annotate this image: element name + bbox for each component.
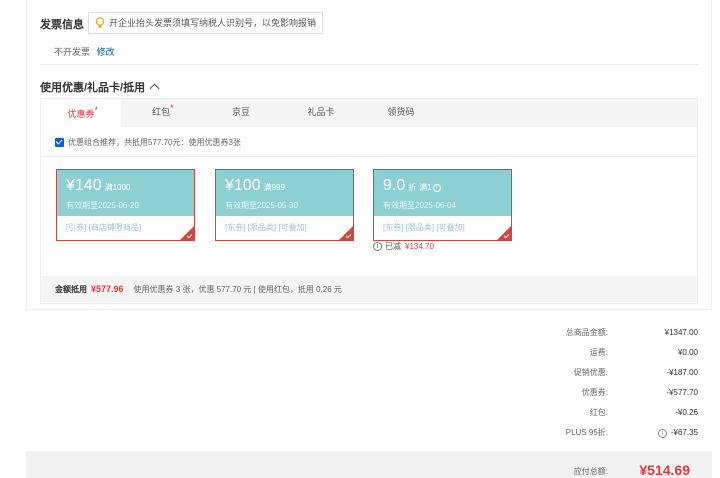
- discount-summary: 金额抵用 ¥577.96 使用优惠券 3 张，优惠 577.70 元 | 使用红包，…: [41, 276, 697, 302]
- coupon-card[interactable]: ¥140 满1000 有效期至2025-06-20 [引券] [商店铺限商品]: [56, 169, 195, 241]
- total-value: -¥577.70: [666, 388, 698, 397]
- coupon-condition-text: 满1: [419, 183, 432, 192]
- total-label: 总商品金额:: [565, 328, 608, 337]
- coupon-reduced-note: i 已减 ¥134.70: [373, 241, 434, 252]
- summary-detail: 使用优惠券 3 张，优惠 577.70 元 | 使用红包，抵用 0.26 元: [133, 285, 342, 294]
- info-icon[interactable]: i: [373, 242, 382, 251]
- total-value: ¥1347.00: [664, 328, 698, 337]
- coupon-amount: 9.0: [383, 177, 406, 194]
- tab-coupon-star: *: [94, 105, 99, 115]
- coupon-amount: ¥100: [225, 177, 261, 194]
- selected-corner: [497, 226, 511, 240]
- reduced-label: 已减: [385, 242, 401, 251]
- total-row: 优惠券: -¥577.70: [498, 386, 698, 400]
- chevron-up-icon: [149, 83, 160, 94]
- total-row: 红包: -¥0.26: [498, 406, 698, 420]
- coupon-amount: ¥140: [66, 177, 102, 194]
- total-label: 优惠券:: [581, 388, 608, 397]
- invoice-status-text: 不开发票: [54, 47, 91, 57]
- coupon-unit: 折: [408, 183, 417, 192]
- total-row: 总商品金额: ¥1347.00: [498, 326, 698, 340]
- discount-section-title: 使用优惠/礼品卡/抵用: [40, 82, 146, 94]
- reduced-amount: ¥134.70: [405, 242, 434, 251]
- total-value: -¥187.00: [666, 368, 698, 377]
- invoice-status: 不开发票 修改: [54, 45, 115, 58]
- total-label: 红包:: [589, 408, 608, 417]
- invoice-title: 发票信息: [40, 19, 84, 31]
- total-value: -¥0.26: [675, 408, 698, 417]
- total-row: 运费: ¥0.00: [498, 346, 698, 360]
- tab-gift-card[interactable]: 礼品卡: [281, 99, 361, 127]
- payable-bar: 应付总额: ¥514.69: [26, 451, 712, 478]
- coupon-validity: 有效期至2025-05-30: [225, 201, 298, 210]
- coupon-face: ¥140 满1000 有效期至2025-06-20: [57, 170, 194, 216]
- total-value-wrap: i -¥67.35: [657, 426, 698, 440]
- combo-checkbox[interactable]: [55, 138, 64, 147]
- divider: [40, 64, 698, 65]
- invoice-tip: 开企业抬头发票须填写纳税人识别号，以免影响报销: [88, 12, 324, 34]
- invoice-modify-link[interactable]: 修改: [97, 47, 115, 57]
- payable-label: 应付总额:: [573, 467, 608, 476]
- tab-redeem-code-label: 领货码: [387, 107, 415, 117]
- coupon-face: ¥100 满999 有效期至2025-05-30: [216, 170, 353, 216]
- coupon-face: 9.0 折满1 i 有效期至2025-06-04: [374, 170, 511, 216]
- total-value: -¥67.35: [670, 428, 698, 437]
- info-icon[interactable]: i: [432, 184, 441, 192]
- tab-red-packet-star: *: [170, 103, 174, 113]
- coupon-card[interactable]: ¥100 满999 有效期至2025-05-30 [东券] [限品类] [可叠加]: [215, 169, 354, 241]
- info-icon[interactable]: i: [657, 429, 667, 438]
- divider: [41, 156, 697, 157]
- payable-amount: ¥514.69: [639, 462, 690, 478]
- coupon-tags: [引券] [商店铺限商品]: [66, 223, 142, 232]
- tab-gift-card-label: 礼品卡: [307, 107, 335, 117]
- total-label: 促销优惠:: [573, 368, 608, 377]
- summary-label: 金额抵用: [55, 285, 87, 294]
- coupon-condition: 满1000: [104, 183, 131, 192]
- coupon-card[interactable]: 9.0 折满1 i 有效期至2025-06-04 [东券] [限品类] [可叠加]: [373, 169, 512, 241]
- summary-amount: ¥577.96: [91, 284, 124, 294]
- tab-red-packet[interactable]: 红包 *: [121, 99, 201, 127]
- total-value: ¥0.00: [677, 348, 698, 357]
- tab-jingdou[interactable]: 京豆: [201, 99, 281, 127]
- coupon-condition: 满1 i: [419, 183, 441, 192]
- lightbulb-icon: [95, 17, 105, 28]
- tab-redeem-code[interactable]: 领货码: [361, 99, 441, 127]
- invoice-tip-text: 开企业抬头发票须填写纳税人识别号，以免影响报销: [109, 18, 317, 28]
- combo-text: 优惠组合推荐，共抵用577.70元：使用优惠券3张: [68, 138, 241, 147]
- selected-corner: [339, 226, 353, 240]
- tab-red-packet-label: 红包: [151, 107, 170, 117]
- coupon-validity: 有效期至2025-06-20: [66, 201, 139, 210]
- coupon-amount-line: 9.0 折满1 i: [383, 176, 511, 198]
- tab-coupon-label: 优惠券: [67, 109, 95, 119]
- coupon-validity: 有效期至2025-06-04: [383, 201, 456, 210]
- coupon-amount-line: ¥100 满999: [225, 176, 353, 198]
- coupon-tags: [东券] [限品类] [可叠加]: [383, 223, 465, 232]
- total-label: 运费:: [589, 348, 608, 357]
- total-row: 促销优惠: -¥187.00: [498, 366, 698, 380]
- total-row: PLUS 95折: i -¥67.35: [498, 426, 698, 440]
- combo-recommend[interactable]: 优惠组合推荐，共抵用577.70元：使用优惠券3张: [55, 137, 241, 148]
- total-label: PLUS 95折:: [565, 428, 608, 437]
- coupon-tags: [东券] [限品类] [可叠加]: [225, 223, 307, 232]
- discount-tabbar: 优惠券 * 红包 * 京豆 礼品卡 领货码: [41, 99, 697, 127]
- discount-box: 优惠券 * 红包 * 京豆 礼品卡 领货码 优惠组合推荐，共抵用577.70元：使用…: [40, 98, 698, 304]
- discount-section-toggle[interactable]: 使用优惠/礼品卡/抵用: [40, 79, 160, 95]
- tab-coupon[interactable]: 优惠券 *: [41, 99, 121, 127]
- selected-corner: [180, 226, 194, 240]
- coupon-amount-line: ¥140 满1000: [66, 176, 194, 198]
- tab-jingdou-label: 京豆: [231, 107, 250, 117]
- coupon-condition: 满999: [263, 183, 285, 192]
